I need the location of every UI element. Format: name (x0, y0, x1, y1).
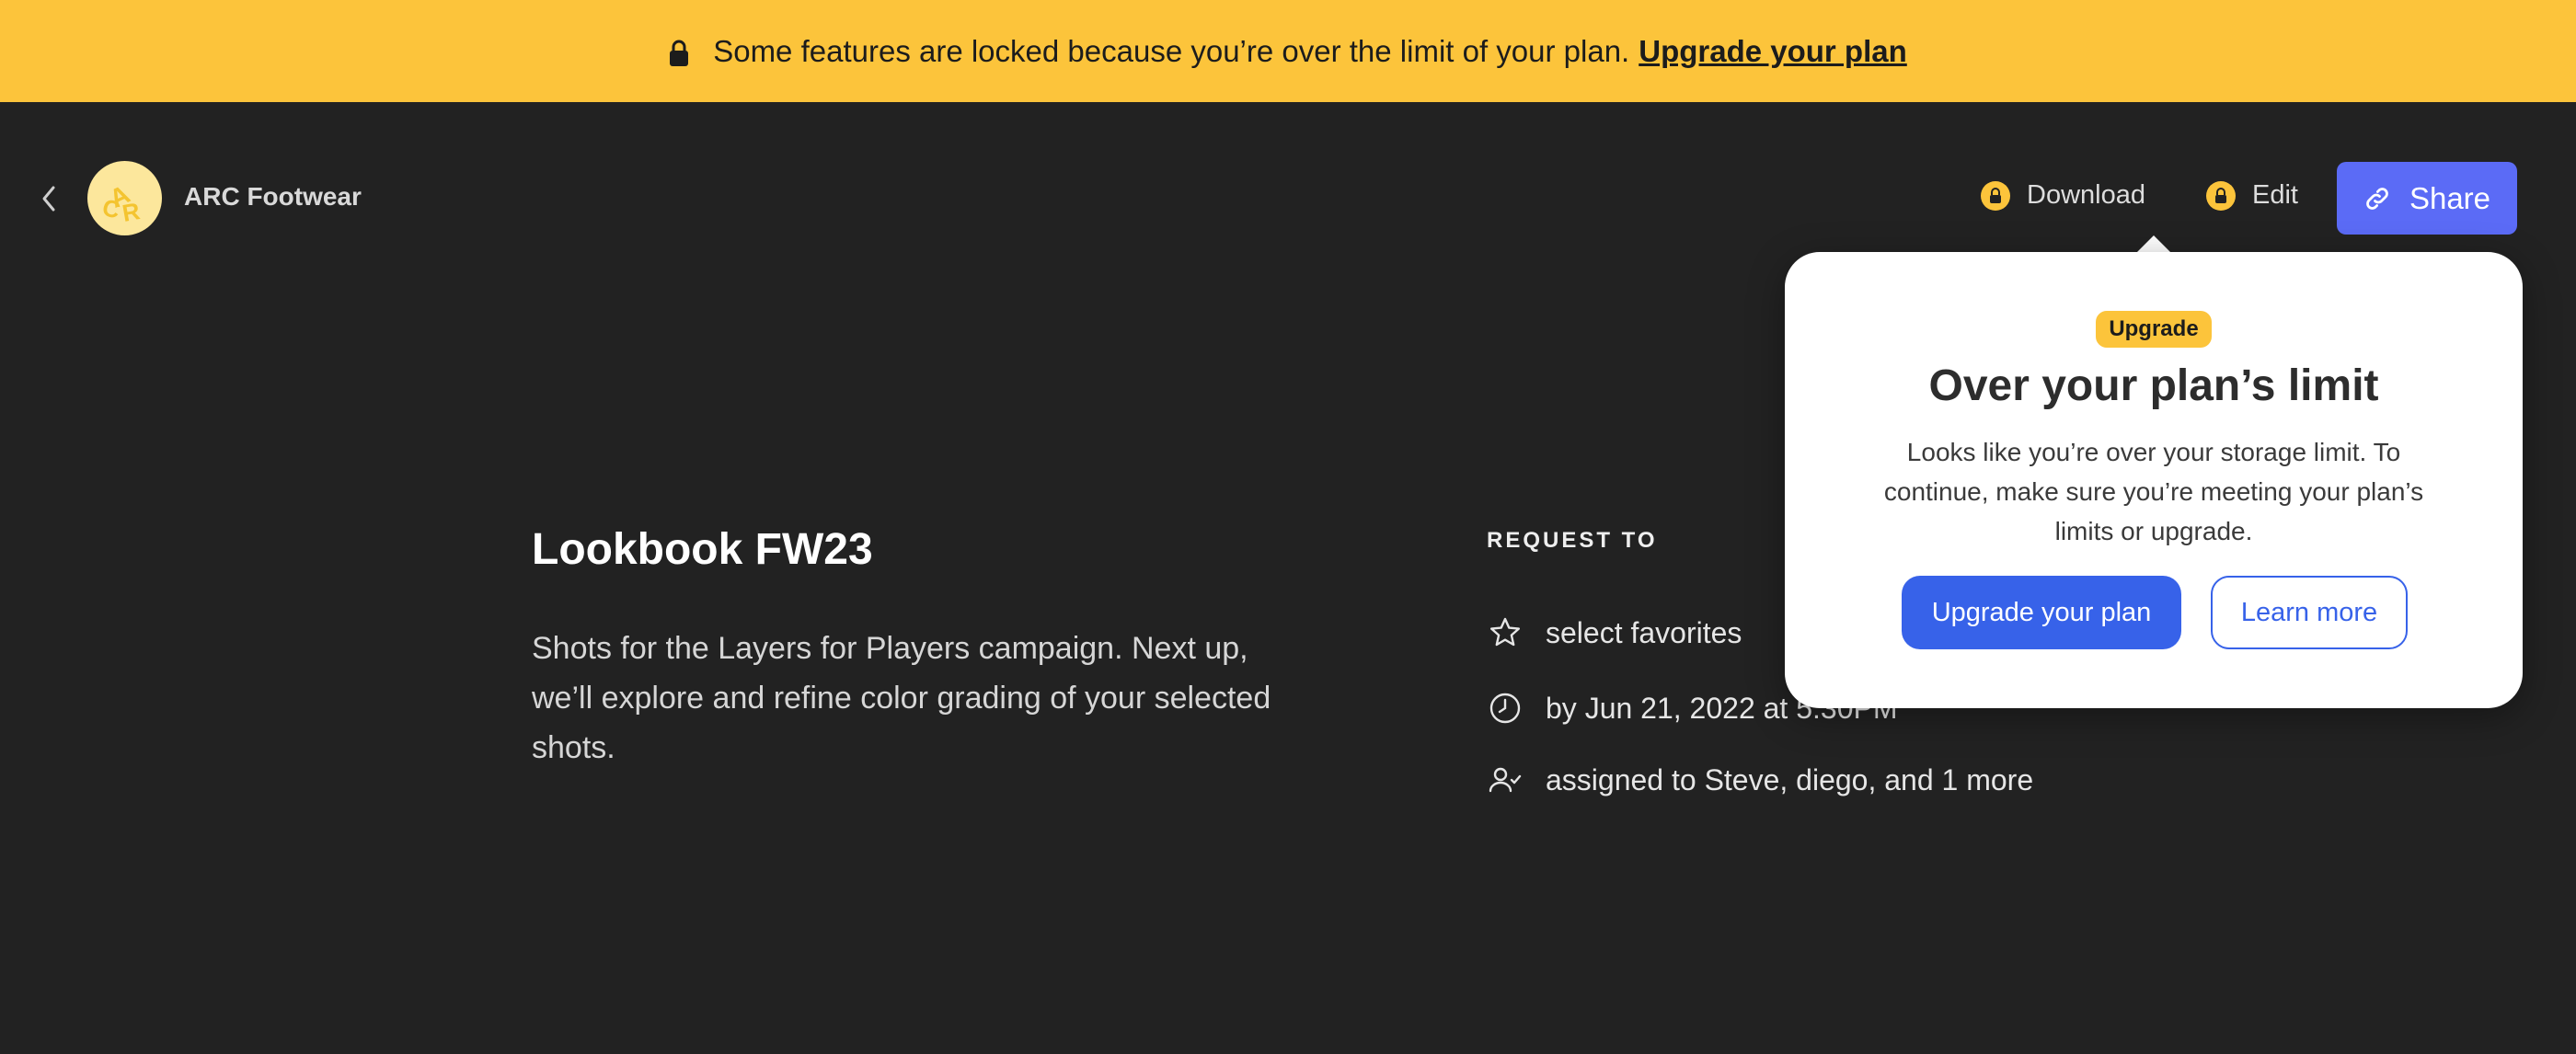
learn-more-button[interactable]: Learn more (2211, 576, 2408, 649)
request-item-text: assigned to Steve, diego, and 1 more (1546, 762, 2034, 796)
user-check-icon (1489, 767, 1522, 793)
upgrade-popover: Upgrade Over your plan’s limit Looks lik… (1785, 252, 2523, 708)
download-label: Download (2027, 180, 2145, 210)
edit-label: Edit (2252, 180, 2298, 210)
upgrade-plan-button[interactable]: Upgrade your plan (1902, 576, 2181, 649)
request-item: select favorites (1487, 614, 1742, 651)
clock-icon (1489, 693, 1521, 724)
lock-icon (670, 40, 689, 66)
svg-text:R: R (121, 197, 143, 227)
share-button[interactable]: Share (2337, 162, 2517, 235)
star-icon (1490, 617, 1520, 647)
request-item-text: select favorites (1546, 615, 1742, 649)
popover-title: Over your plan’s limit (1928, 361, 2379, 410)
upgrade-badge: Upgrade (2096, 311, 2212, 348)
page-title: Lookbook FW23 (532, 525, 873, 574)
lock-icon (1981, 180, 2010, 211)
request-item: assigned to Steve, diego, and 1 more (1487, 762, 2033, 798)
workspace-avatar: A C R (87, 161, 162, 235)
arc-logo-icon: A C R (99, 179, 143, 227)
banner-message: Some features are locked because you’re … (713, 33, 1630, 68)
back-chevron-icon[interactable] (37, 182, 61, 215)
upgrade-plan-link[interactable]: Upgrade your plan (1639, 34, 1907, 69)
edit-button[interactable]: Edit (2206, 180, 2298, 211)
plan-limit-banner: Some features are locked because you’re … (0, 0, 2576, 102)
lock-icon (2206, 180, 2236, 211)
svg-text:C: C (99, 193, 123, 224)
request-label: REQUEST TO (1487, 528, 1658, 553)
popover-caret (2135, 235, 2172, 254)
workspace-name[interactable]: ARC Footwear (184, 182, 362, 212)
link-icon (2366, 187, 2388, 210)
popover-body: Looks like you’re over your storage limi… (1883, 438, 2424, 545)
share-label: Share (2409, 180, 2491, 215)
download-button[interactable]: Download (1981, 180, 2145, 211)
page-description: Shots for the Layers for Players campaig… (532, 631, 1271, 765)
